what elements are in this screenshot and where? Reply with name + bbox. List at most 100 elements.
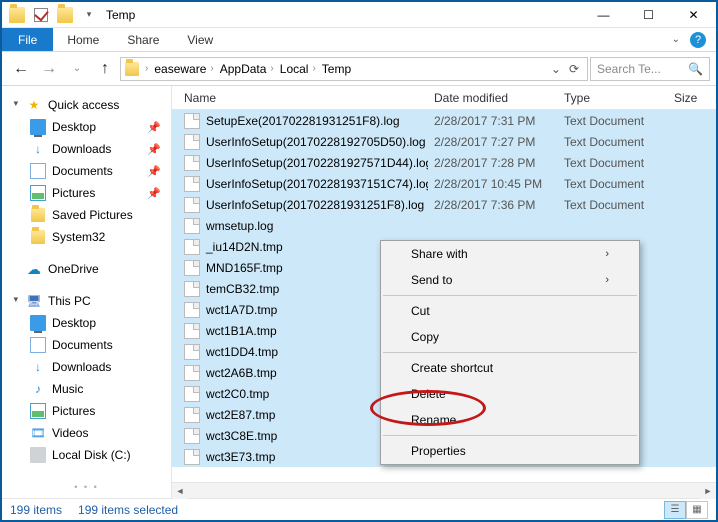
file-icon (184, 176, 200, 192)
breadcrumb[interactable]: Local› (280, 62, 320, 76)
file-type: Text Document (558, 177, 668, 191)
search-input[interactable]: Search Te... 🔍 (590, 57, 710, 81)
navigation-bar: ← → ⌄ ↑ › easeware› AppData› Local› Temp… (2, 52, 716, 86)
tab-view[interactable]: View (173, 28, 227, 51)
file-icon (184, 134, 200, 150)
file-row[interactable]: SetupExe(201702281931251F8).log2/28/2017… (172, 110, 716, 131)
file-icon (184, 365, 200, 381)
sidebar-onedrive[interactable]: ▸ ☁ OneDrive (8, 258, 165, 280)
up-button[interactable]: ↑ (92, 56, 118, 82)
column-headers: Name Date modified Type Size (172, 86, 716, 110)
file-icon (184, 260, 200, 276)
help-icon[interactable]: ? (690, 32, 706, 48)
column-name[interactable]: Name (178, 91, 428, 105)
file-type: Text Document (558, 135, 668, 149)
address-folder-icon (125, 62, 139, 76)
context-item[interactable]: Rename (381, 407, 639, 433)
file-row[interactable]: UserInfoSetup(20170228192705D50).log2/28… (172, 131, 716, 152)
file-type: Text Document (558, 114, 668, 128)
context-separator (383, 435, 637, 436)
tab-share[interactable]: Share (113, 28, 173, 51)
music-icon: ♪ (30, 381, 46, 397)
context-item-label: Properties (411, 444, 466, 458)
sidebar-item[interactable]: Desktop📌 (8, 116, 165, 138)
file-tab[interactable]: File (2, 28, 53, 51)
context-item[interactable]: Create shortcut (381, 355, 639, 381)
sidebar-quick-access[interactable]: ▸ ★ Quick access (8, 94, 165, 116)
file-date: 2/28/2017 10:45 PM (428, 177, 558, 191)
pictures-icon (30, 403, 46, 419)
forward-button[interactable]: → (36, 56, 62, 82)
sidebar-item[interactable]: Desktop (8, 312, 165, 334)
minimize-button[interactable]: — (581, 2, 626, 28)
context-item[interactable]: Send to› (381, 267, 639, 293)
breadcrumb[interactable]: Temp (322, 62, 351, 76)
sidebar-item[interactable]: Documents📌 (8, 160, 165, 182)
star-icon: ★ (26, 97, 42, 113)
qat-newfolder-icon[interactable] (54, 4, 76, 26)
qat-dropdown-icon[interactable]: ▾ (78, 4, 100, 26)
file-row[interactable]: UserInfoSetup(201702281931251F8).log2/28… (172, 194, 716, 215)
file-icon (184, 218, 200, 234)
recent-locations-button[interactable]: ⌄ (64, 56, 90, 82)
status-count: 199 items (10, 503, 62, 517)
sidebar-item[interactable]: ♪Music (8, 378, 165, 400)
sidebar-resize-handle[interactable]: • • • (8, 484, 165, 490)
sidebar-item[interactable]: ↓Downloads (8, 356, 165, 378)
desktop-icon (30, 119, 46, 135)
sidebar-item[interactable]: Documents (8, 334, 165, 356)
file-name: wct1DD4.tmp (206, 345, 278, 359)
file-name: temCB32.tmp (206, 282, 279, 296)
horizontal-scrollbar[interactable]: ◄ ► (172, 482, 716, 498)
address-dropdown-icon[interactable]: ⌄ (551, 62, 561, 76)
sidebar-item-label: Desktop (52, 120, 96, 134)
ribbon-collapse-icon[interactable]: ⌄ (672, 34, 680, 45)
sidebar-item[interactable]: Pictures📌 (8, 182, 165, 204)
file-row[interactable]: UserInfoSetup(201702281937151C74).log2/2… (172, 173, 716, 194)
file-row[interactable]: wmsetup.log (172, 215, 716, 236)
sidebar-item-label: Downloads (52, 142, 111, 156)
sidebar-item-label: Documents (52, 338, 113, 352)
maximize-button[interactable]: ☐ (626, 2, 671, 28)
context-item-label: Rename (411, 413, 456, 427)
tab-home[interactable]: Home (53, 28, 113, 51)
refresh-icon[interactable]: ⟳ (569, 62, 579, 76)
pin-icon: 📌 (147, 187, 161, 200)
sidebar-item-label: Saved Pictures (52, 208, 133, 222)
file-icon (184, 323, 200, 339)
scroll-right-icon[interactable]: ► (700, 483, 716, 499)
breadcrumb[interactable]: AppData› (220, 62, 278, 76)
sidebar-item[interactable]: ↓Downloads📌 (8, 138, 165, 160)
qat-properties-icon[interactable] (30, 4, 52, 26)
sidebar-item-label: Pictures (52, 404, 95, 418)
scroll-left-icon[interactable]: ◄ (172, 483, 188, 499)
back-button[interactable]: ← (8, 56, 34, 82)
context-item[interactable]: Properties (381, 438, 639, 464)
submenu-icon: › (605, 274, 609, 286)
context-item[interactable]: Cut (381, 298, 639, 324)
sidebar-item[interactable]: System32 (8, 226, 165, 248)
column-type[interactable]: Type (558, 91, 668, 105)
sidebar-this-pc[interactable]: ▸ 🖥 This PC (8, 290, 165, 312)
sidebar-item[interactable]: 🎞Videos (8, 422, 165, 444)
sidebar-item[interactable]: Saved Pictures (8, 204, 165, 226)
file-row[interactable]: UserInfoSetup(201702281927571D44).log2/2… (172, 152, 716, 173)
column-size[interactable]: Size (668, 91, 716, 105)
sidebar-item[interactable]: Pictures (8, 400, 165, 422)
context-item[interactable]: Copy (381, 324, 639, 350)
column-date[interactable]: Date modified (428, 91, 558, 105)
close-button[interactable]: ✕ (671, 2, 716, 28)
file-date: 2/28/2017 7:28 PM (428, 156, 558, 170)
file-name: MND165F.tmp (206, 261, 283, 275)
context-item[interactable]: Share with› (381, 241, 639, 267)
file-name: wct2A6B.tmp (206, 366, 277, 380)
sidebar-item[interactable]: Local Disk (C:) (8, 444, 165, 466)
breadcrumb[interactable]: easeware› (154, 62, 217, 76)
context-item[interactable]: Delete (381, 381, 639, 407)
file-name: wct2C0.tmp (206, 387, 269, 401)
address-bar[interactable]: › easeware› AppData› Local› Temp ⌄ ⟳ (120, 57, 588, 81)
thumbnails-view-button[interactable]: ▦ (686, 501, 708, 519)
context-item-label: Create shortcut (411, 361, 493, 375)
details-view-button[interactable]: ☰ (664, 501, 686, 519)
file-name: UserInfoSetup(201702281931251F8).log (206, 198, 424, 212)
